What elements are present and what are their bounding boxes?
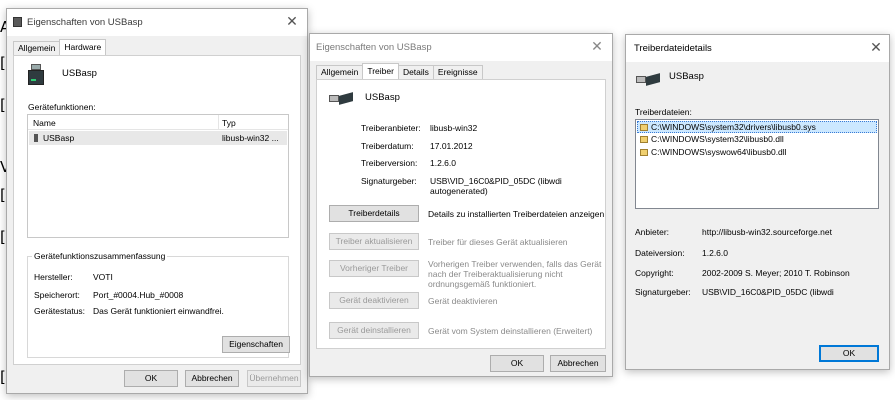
title-bar[interactable]: Eigenschaften von USBasp ✕ (310, 34, 612, 61)
ok-button[interactable]: OK (124, 370, 178, 387)
tab-hardware[interactable]: Hardware (59, 39, 107, 55)
rollback-description-line2: nach der Treiberaktualisierung nicht (428, 269, 563, 279)
signer-value: USB\VID_16C0&PID_05DC (libwdi (702, 287, 834, 297)
device-name: USBasp (62, 68, 97, 79)
usb-plug-icon (34, 134, 38, 142)
cancel-button[interactable]: Abbrechen (550, 355, 606, 372)
functions-label: Gerätefunktionen: (28, 102, 96, 112)
device-name: USBasp (365, 92, 400, 103)
disable-device-button[interactable]: Gerät deaktivieren (329, 292, 419, 309)
properties-button[interactable]: Eigenschaften (222, 336, 290, 353)
copyright-value: 2002-2009 S. Meyer; 2010 T. Robinson (702, 268, 850, 278)
date-value: 17.01.2012 (430, 141, 473, 151)
fileversion-value: 1.2.6.0 (702, 248, 728, 258)
device-name: USBasp (669, 71, 704, 82)
uninstall-device-button[interactable]: Gerät deinstallieren (329, 322, 419, 339)
fileversion-label: Dateiversion: (635, 248, 685, 258)
apply-button[interactable]: Übernehmen (247, 370, 301, 387)
window-title: Eigenschaften von USBasp (27, 17, 143, 28)
close-icon[interactable]: ✕ (586, 37, 608, 57)
ok-button[interactable]: OK (490, 355, 544, 372)
driver-file-details-window: Treiberdateidetails ✕ USBasp Treiberdate… (625, 34, 890, 370)
tab-allgemein[interactable]: Allgemein (13, 41, 61, 55)
properties-window-hardware: Eigenschaften von USBasp ✕ Allgemein Har… (6, 8, 308, 394)
rollback-driver-button[interactable]: Vorheriger Treiber (329, 260, 419, 277)
title-bar[interactable]: Treiberdateidetails ✕ (626, 35, 889, 62)
column-header-row: Name Typ (28, 115, 288, 130)
copyright-label: Copyright: (635, 268, 674, 278)
table-row[interactable]: USBasp libusb-win32 ... (29, 131, 287, 145)
title-bar[interactable]: Eigenschaften von USBasp ✕ (7, 9, 307, 36)
usb-plug-icon (636, 73, 660, 86)
background-fragment: [ (0, 54, 6, 72)
driver-details-description: Details zu installierten Treiberdateien … (428, 209, 605, 219)
files-label: Treiberdateien: (635, 107, 692, 117)
file-icon (640, 149, 648, 156)
device-manager-icon (13, 17, 22, 27)
rollback-description-line1: Vorherigen Treiber verwenden, falls das … (428, 259, 602, 269)
status-value: Das Gerät funktioniert einwandfrei. (93, 306, 224, 316)
update-driver-button[interactable]: Treiber aktualisieren (329, 233, 419, 250)
provider-label: Treiberanbieter: (361, 123, 421, 133)
status-label: Gerätestatus: (34, 306, 86, 316)
disable-device-description: Gerät deaktivieren (428, 296, 498, 306)
file-icon (640, 124, 648, 131)
signer-value-line1: USB\VID_16C0&PID_05DC (libwdi (430, 176, 562, 186)
window-title: Eigenschaften von USBasp (316, 42, 432, 53)
version-label: Treiberversion: (361, 158, 418, 168)
row-name: USBasp (43, 133, 75, 143)
background-fragment: [ (0, 186, 6, 204)
close-icon[interactable]: ✕ (281, 12, 303, 32)
list-item[interactable]: C:\WINDOWS\system32\drivers\libusb0.sys (637, 121, 877, 133)
usb-plug-icon (329, 92, 353, 105)
signer-label: Signaturgeber: (635, 287, 691, 297)
tab-treiber[interactable]: Treiber (362, 63, 399, 79)
list-item[interactable]: C:\WINDOWS\syswow64\libusb0.dll (637, 147, 877, 159)
file-path: C:\WINDOWS\system32\drivers\libusb0.sys (651, 122, 816, 132)
row-type: libusb-win32 ... (222, 133, 279, 143)
version-value: 1.2.6.0 (430, 158, 456, 168)
rollback-description-line3: ordnungsgemäß funktioniert. (428, 279, 537, 289)
file-path: C:\WINDOWS\system32\libusb0.dll (651, 134, 784, 144)
driver-details-button[interactable]: Treiberdetails (329, 205, 419, 222)
signer-label: Signaturgeber: (361, 176, 417, 186)
file-icon (640, 136, 648, 143)
close-icon[interactable]: ✕ (865, 38, 887, 58)
driver-files-list[interactable]: C:\WINDOWS\system32\drivers\libusb0.sys … (635, 119, 879, 209)
date-label: Treiberdatum: (361, 141, 414, 151)
tab-panel: USBasp Treiberanbieter: libusb-win32 Tre… (316, 79, 606, 349)
summary-title: Gerätefunktionszusammenfassung (32, 251, 168, 261)
provider-value: libusb-win32 (430, 123, 478, 133)
update-driver-description: Treiber für dieses Gerät aktualisieren (428, 237, 568, 247)
manufacturer-label: Hersteller: (34, 272, 73, 282)
provider-label: Anbieter: (635, 227, 670, 237)
uninstall-device-description: Gerät vom System deinstallieren (Erweite… (428, 326, 593, 336)
list-item[interactable]: C:\WINDOWS\system32\libusb0.dll (637, 134, 877, 146)
background-fragment: [ (0, 228, 6, 246)
background-fragment: [ (0, 368, 6, 386)
ok-button[interactable]: OK (819, 345, 879, 362)
location-value: Port_#0004.Hub_#0008 (93, 290, 184, 300)
cancel-button[interactable]: Abbrechen (185, 370, 239, 387)
properties-window-driver: Eigenschaften von USBasp ✕ Allgemein Tre… (309, 33, 613, 377)
manufacturer-value: VOTI (93, 272, 113, 282)
tab-panel: USBasp Gerätefunktionen: Name Typ USBasp… (13, 55, 301, 365)
file-path: C:\WINDOWS\syswow64\libusb0.dll (651, 147, 787, 157)
column-header-type[interactable]: Typ (222, 118, 236, 128)
tab-ereignisse[interactable]: Ereignisse (432, 65, 483, 79)
device-functions-list[interactable]: Name Typ USBasp libusb-win32 ... (27, 114, 289, 238)
tab-details[interactable]: Details (397, 65, 434, 79)
column-header-name[interactable]: Name (33, 118, 56, 128)
tab-allgemein[interactable]: Allgemein (316, 65, 364, 79)
signer-value-line2: autogenerated) (430, 186, 488, 196)
window-title: Treiberdateidetails (634, 43, 712, 54)
provider-value: http://libusb-win32.sourceforge.net (702, 227, 832, 237)
location-label: Speicherort: (34, 290, 80, 300)
usb-device-icon (27, 64, 45, 86)
background-fragment: [ (0, 96, 6, 114)
